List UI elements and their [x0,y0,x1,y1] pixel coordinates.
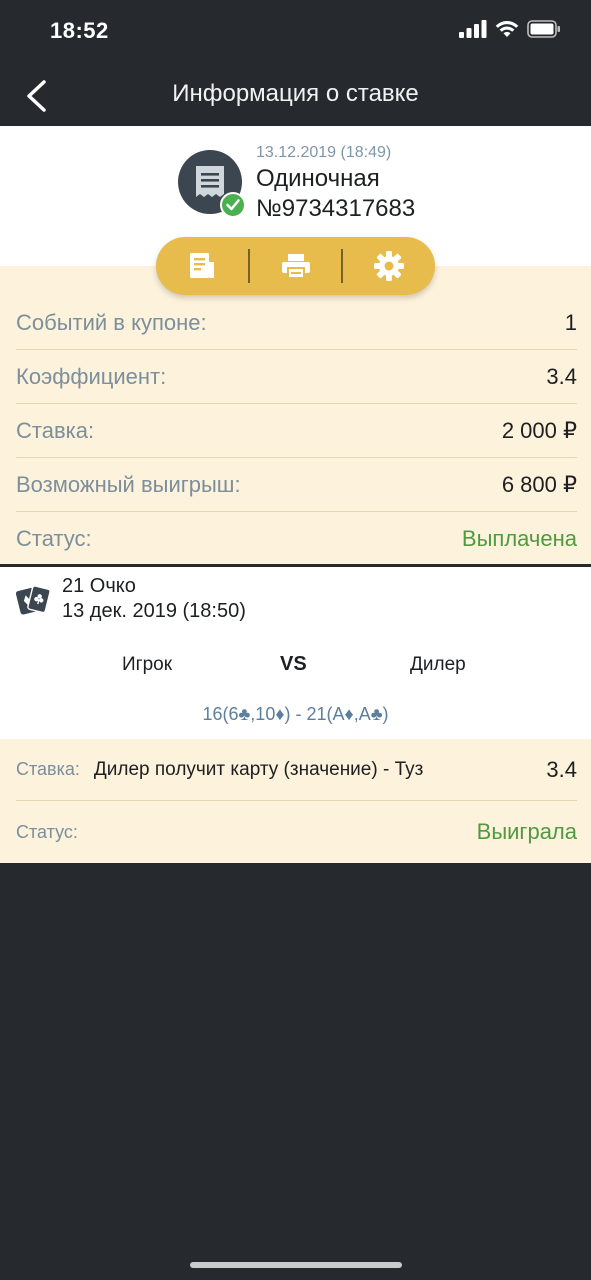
status-icons [459,20,561,43]
info-row-events: Событий в купоне: 1 [16,296,577,350]
info-value: 2 000 ₽ [501,417,577,443]
separator [341,249,344,283]
info-row-status: Статус: Выплачена [16,512,577,566]
document-icon [189,253,214,278]
info-value: 6 800 ₽ [501,471,577,497]
event-score: 16(6♣,10♦) - 21(A♦,A♣) [202,704,389,724]
bet-info-panel: Событий в купоне: 1 Коэффициент: 3.4 Ста… [0,266,591,564]
signal-icon [459,20,487,43]
document-button[interactable] [156,237,248,295]
print-button[interactable] [250,237,342,295]
info-label: Ставка: [16,417,95,443]
check-icon [220,192,246,218]
selection-label: Ставка: [16,759,80,779]
selection-row: Ставка: Дилер получит карту (значение) -… [16,739,577,801]
selection-odds: 3.4 [546,756,577,782]
info-label: Событий в купоне: [16,309,207,335]
bet-type: Одиночная [256,165,380,192]
nav-bar: Информация о ставке [0,64,591,126]
info-row-stake: Ставка: 2 000 ₽ [16,404,577,458]
home-indicator[interactable] [190,1262,402,1268]
event-card: 21 Очко 13 дек. 2019 (18:50) Игрок VS Ди… [0,567,591,739]
info-label: Коэффициент: [16,363,167,389]
info-value: 1 [564,309,577,335]
info-label: Статус: [16,526,92,551]
vs-label: VS [280,653,307,675]
selection-description: Дилер получит карту (значение) - Туз [93,758,424,780]
status-bar: 18:52 [0,0,591,64]
status-value: Выплачена [461,526,577,551]
wifi-icon [495,20,519,43]
event-name: 21 Очко [62,575,136,597]
separator [247,249,250,283]
bet-number: №9734317683 [256,195,416,222]
status-time: 18:52 [50,18,109,43]
printer-icon [281,254,310,279]
action-bar [156,237,435,295]
team-dealer: Дилер [410,654,466,675]
cards-icon [15,583,51,622]
selection-status-value: Выиграла [476,819,577,844]
gear-icon [374,251,405,281]
team-player: Игрок [122,654,173,675]
info-row-possible-win: Возможный выигрыш: 6 800 ₽ [16,458,577,512]
page-title: Информация о ставке [172,80,419,107]
selection-panel: Ставка: Дилер получит карту (значение) -… [0,739,591,863]
info-row-coefficient: Коэффициент: 3.4 [16,350,577,404]
settings-button[interactable] [343,237,435,295]
battery-icon [527,20,561,43]
selection-status-label: Статус: [16,821,78,842]
info-label: Возможный выигрыш: [16,471,241,497]
event-date: 13 дек. 2019 (18:50) [62,600,246,622]
info-value: 3.4 [546,363,577,389]
bet-date: 13.12.2019 (18:49) [256,144,392,161]
selection-status-row: Статус: Выиграла [16,801,577,863]
